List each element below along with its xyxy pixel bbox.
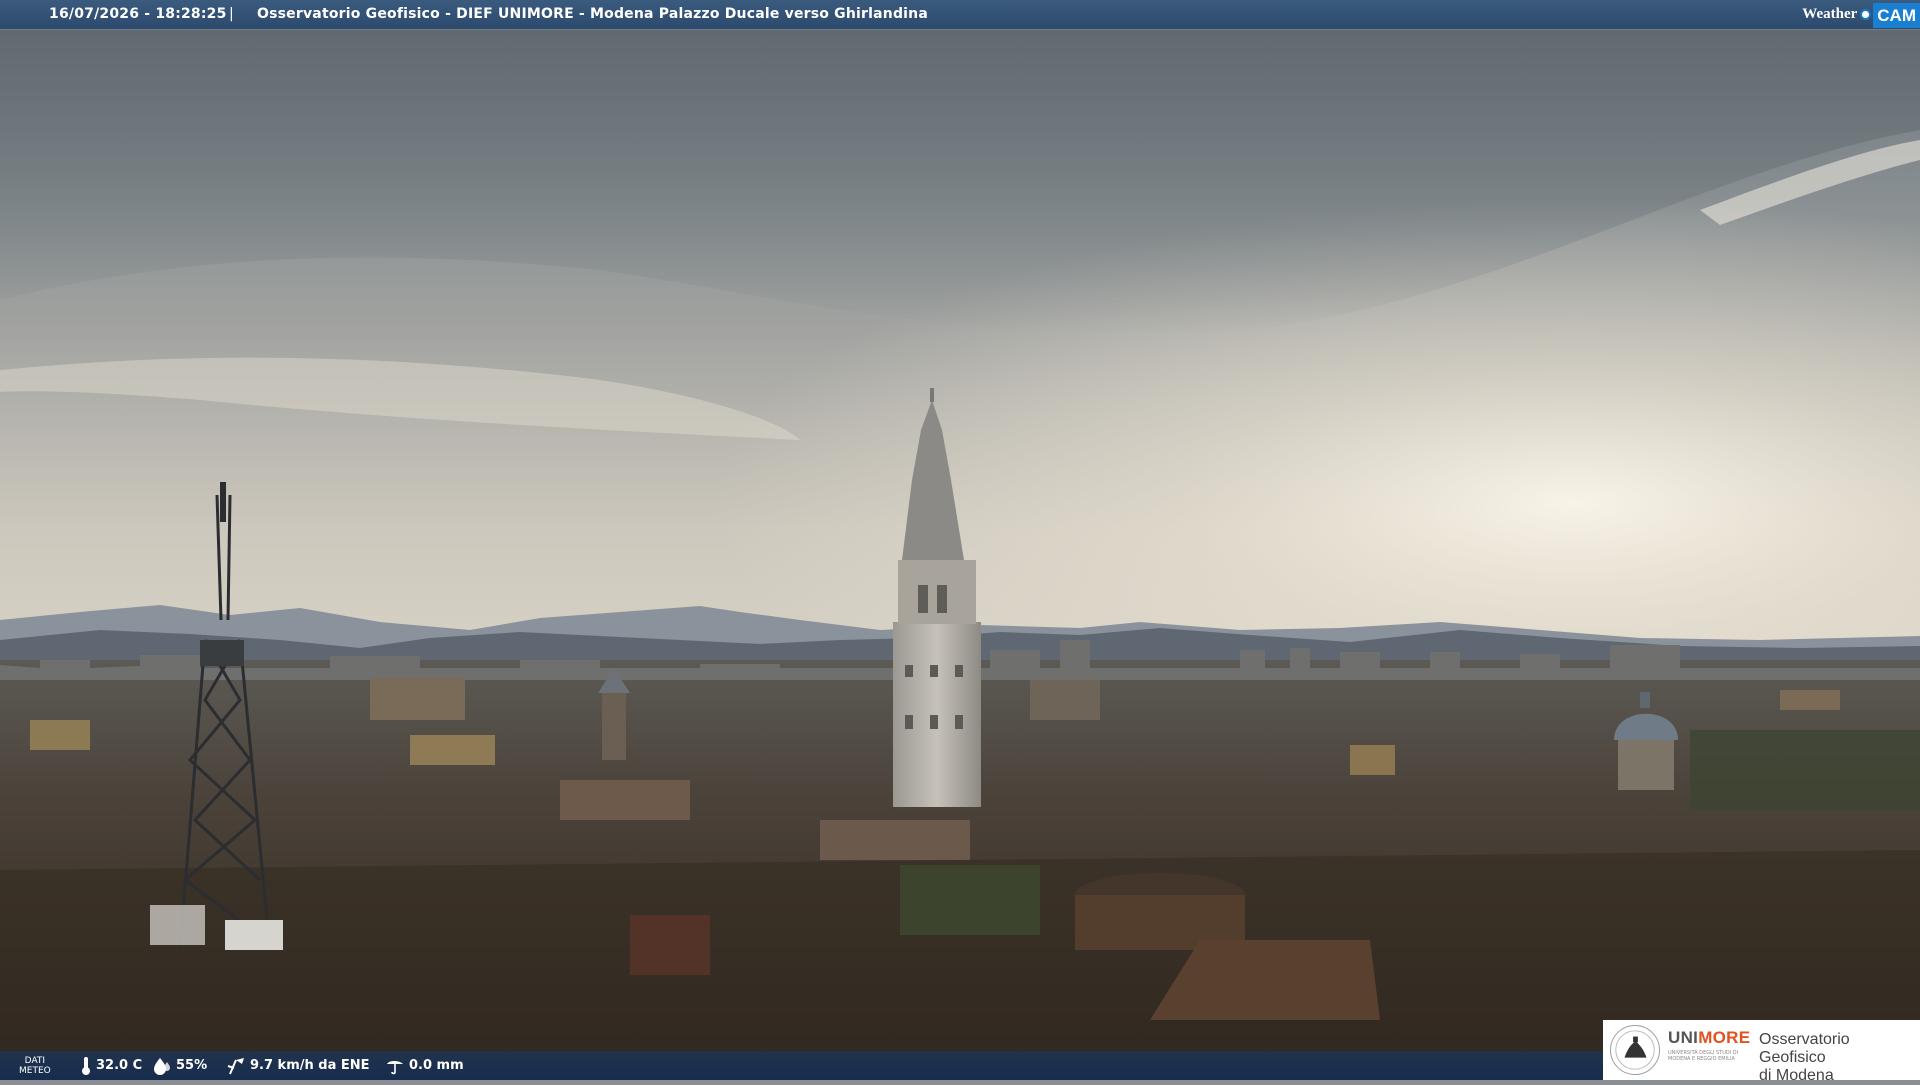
header-separator: |	[229, 6, 234, 22]
university-seal-icon	[1610, 1025, 1660, 1075]
humidity-drop-icon	[154, 1057, 170, 1075]
header-bar: 16/07/2026 - 18:28:25 | Osservatorio Geo…	[0, 0, 1920, 29]
unimore-wordmark: UNIMORE	[1668, 1028, 1750, 1048]
brand-cam-badge: CAM	[1873, 3, 1920, 28]
camera-eye-icon	[1860, 9, 1872, 20]
rain-reading: 0.0 mm	[385, 1051, 464, 1080]
meteo-label: METEO	[19, 1066, 51, 1076]
humidity-reading: 55%	[152, 1051, 207, 1080]
brand-weather-text: Weather	[1802, 6, 1858, 22]
wind-icon	[227, 1057, 244, 1074]
temperature-reading: 32.0 C	[80, 1051, 142, 1080]
timestamp: 16/07/2026 - 18:28:25	[49, 6, 227, 22]
observatory-name: Osservatorio Geofisico di Modena	[1759, 1031, 1920, 1085]
dati-meteo-label: DATI METEO	[19, 1056, 51, 1076]
wind-value: 9.7 km/h da ENE	[250, 1058, 370, 1073]
university-subtitle: UNIVERSITÀ DEGLI STUDI DI MODENA E REGGI…	[1668, 1050, 1739, 1062]
wind-reading: 9.7 km/h da ENE	[226, 1051, 370, 1080]
rain-value: 0.0 mm	[409, 1058, 464, 1073]
humidity-value: 55%	[176, 1058, 208, 1073]
webcam-image	[0, 0, 1920, 1080]
rain-gauge-icon	[387, 1060, 403, 1074]
camera-title: Osservatorio Geofisico - DIEF UNIMORE - …	[257, 6, 928, 22]
dati-label: DATI	[24, 1056, 46, 1066]
unimore-more: MORE	[1698, 1028, 1751, 1047]
unimore-uni: UNI	[1668, 1028, 1699, 1047]
weathercam-logo: Weather CAM	[1802, 0, 1920, 29]
thermometer-icon	[82, 1056, 90, 1075]
unimore-observatory-logo: UNIMORE UNIVERSITÀ DEGLI STUDI DI MODENA…	[1603, 1020, 1920, 1084]
observatory-line2: di Modena	[1759, 1067, 1834, 1084]
observatory-line1: Osservatorio Geofisico	[1759, 1031, 1850, 1066]
temperature-value: 32.0 C	[96, 1058, 143, 1073]
